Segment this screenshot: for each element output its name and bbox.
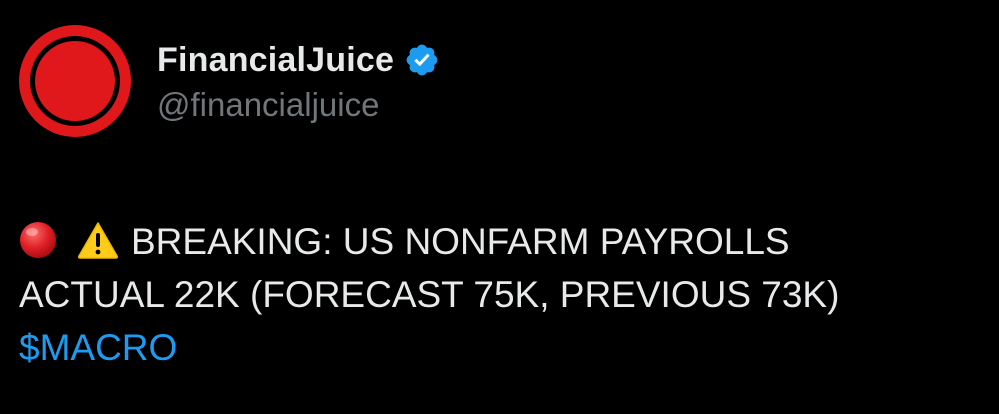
cashtag-link[interactable]: $MACRO <box>19 321 979 374</box>
tweet-body-line-1: BREAKING: US NONFARM PAYROLLS <box>19 215 979 268</box>
author-name-row: FinancialJuice <box>157 38 440 82</box>
tweet-card: FinancialJuice @financialjuice BREAKING:… <box>0 0 999 414</box>
warning-emoji-icon <box>77 221 119 259</box>
author-display-name[interactable]: FinancialJuice <box>157 41 394 80</box>
tweet-body: BREAKING: US NONFARM PAYROLLS ACTUAL 22K… <box>19 215 979 374</box>
tweet-body-line-2: ACTUAL 22K (FORECAST 75K, PREVIOUS 73K) <box>19 274 840 315</box>
author-handle[interactable]: @financialjuice <box>157 86 379 124</box>
red-circle-logo-icon <box>19 25 131 137</box>
verified-badge-icon <box>404 42 440 78</box>
red-circle-emoji-icon <box>19 221 57 259</box>
tweet-body-headline: BREAKING: US NONFARM PAYROLLS <box>131 221 790 262</box>
avatar[interactable] <box>17 23 133 139</box>
